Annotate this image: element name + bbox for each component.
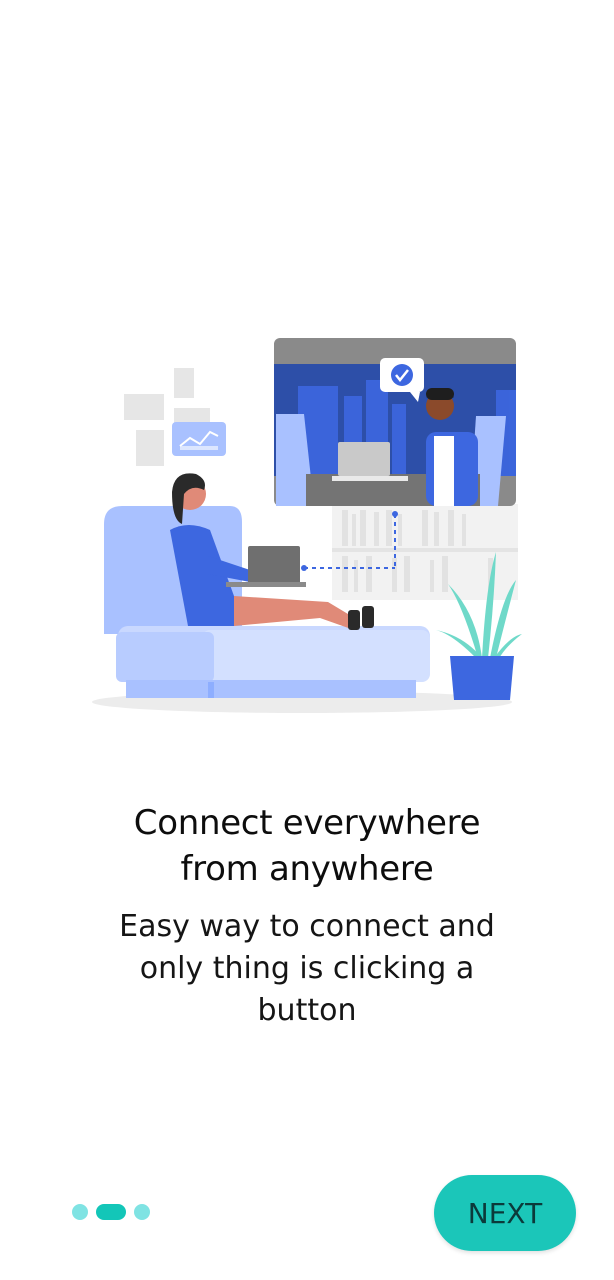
title-line-2: from anywhere <box>180 849 434 889</box>
subtitle-line-2: only thing is clicking a <box>139 951 475 986</box>
page-dot-1[interactable] <box>72 1204 88 1220</box>
title-line-1: Connect everywhere <box>133 803 481 843</box>
next-button[interactable]: NEXT <box>434 1175 576 1251</box>
page-dot-3[interactable] <box>134 1204 150 1220</box>
onboarding-screen: Connect everywhere from anywhere Easy wa… <box>0 0 614 1280</box>
onboarding-subtitle: Easy way to connect and only thing is cl… <box>40 906 574 1032</box>
subtitle-line-1: Easy way to connect and <box>119 909 495 944</box>
page-indicator <box>72 1204 150 1220</box>
subtitle-line-3: button <box>257 993 357 1028</box>
page-dot-2-active[interactable] <box>96 1204 126 1220</box>
video-call-illustration <box>92 334 524 718</box>
onboarding-title: Connect everywhere from anywhere <box>40 800 574 892</box>
